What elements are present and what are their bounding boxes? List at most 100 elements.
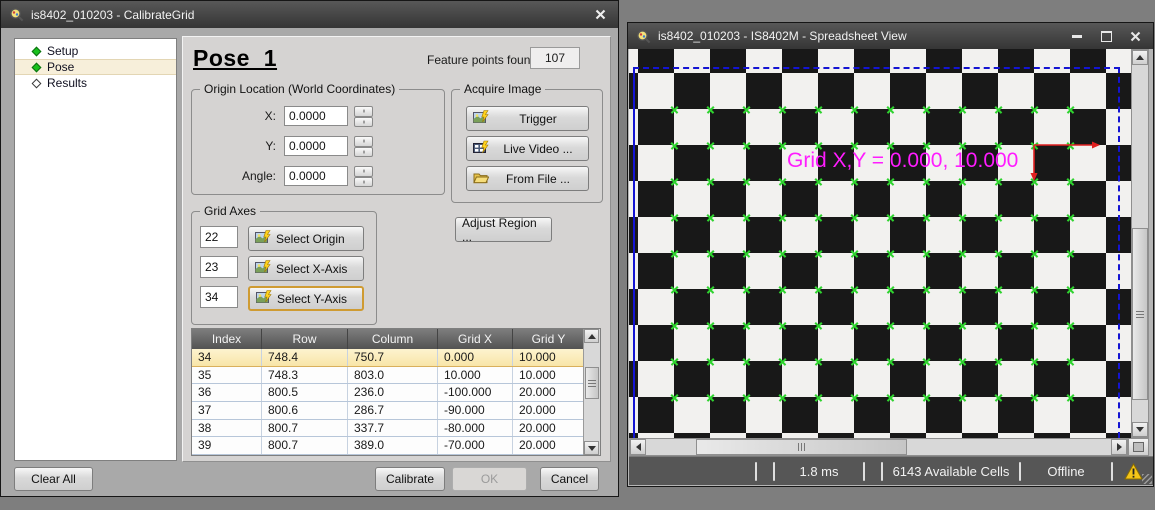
- roi-left-edge: [633, 67, 635, 438]
- status-connection: Offline: [1025, 457, 1107, 485]
- ok-button[interactable]: OK: [452, 467, 527, 491]
- column-header[interactable]: Row: [262, 329, 348, 349]
- feature-corner-mark: [886, 357, 895, 366]
- sidebar-item-pose[interactable]: Pose: [15, 59, 176, 75]
- feature-corner-mark: [850, 249, 859, 258]
- origin-y-input[interactable]: [284, 136, 348, 156]
- adjust-region-button[interactable]: Adjust Region ...: [455, 217, 552, 242]
- spinner-buttons[interactable]: [354, 136, 373, 157]
- feature-corner-mark: [778, 321, 787, 330]
- checker-square: [710, 397, 746, 433]
- table-row[interactable]: 35748.3803.010.00010.000: [192, 367, 600, 385]
- button-label: Select Origin: [276, 232, 345, 246]
- table-cell: 803.0: [348, 367, 438, 384]
- checker-square: [926, 49, 962, 73]
- feature-corner-mark: [922, 213, 931, 222]
- feature-table[interactable]: IndexRowColumnGrid XGrid Y 34748.4750.70…: [191, 328, 601, 456]
- select-y-axis-button[interactable]: Select Y-Axis: [248, 286, 364, 311]
- feature-corner-mark: [850, 357, 859, 366]
- scroll-down-button[interactable]: [584, 441, 599, 455]
- table-row[interactable]: 34748.4750.70.00010.000: [192, 349, 600, 367]
- scrollbar-thumb[interactable]: [696, 439, 907, 455]
- feature-corner-mark: [742, 105, 751, 114]
- scroll-down-button[interactable]: [1132, 422, 1148, 437]
- table-cell: 37: [192, 402, 262, 419]
- table-body[interactable]: 34748.4750.70.00010.00035748.3803.010.00…: [192, 349, 600, 455]
- axis-cell-input[interactable]: [200, 256, 238, 278]
- fit-image-corner-button[interactable]: [1128, 438, 1149, 456]
- scroll-up-button[interactable]: [584, 329, 599, 343]
- sidebar-item-label: Pose: [47, 60, 74, 74]
- image-canvas[interactable]: Grid X,Y = 0.000, 10.000: [629, 49, 1131, 438]
- feature-corner-mark: [670, 213, 679, 222]
- feature-corner-mark: [850, 177, 859, 186]
- select-origin-button[interactable]: Select Origin: [248, 226, 364, 251]
- scroll-left-button[interactable]: [630, 439, 646, 455]
- feature-corner-mark: [670, 141, 679, 150]
- table-cell: -70.000: [438, 437, 513, 454]
- roi-top-edge[interactable]: [633, 67, 1120, 69]
- live-video-button[interactable]: Live Video ...: [466, 136, 589, 161]
- column-header[interactable]: Grid Y: [513, 329, 585, 349]
- acquire-image-group: Acquire Image TriggerLive Video ...From …: [451, 89, 603, 203]
- feature-corner-mark: [886, 177, 895, 186]
- grid-axes-title: Grid Axes: [200, 204, 260, 218]
- origin-angle-input[interactable]: [284, 166, 348, 186]
- select-x-axis-button[interactable]: Select X-Axis: [248, 256, 364, 281]
- table-row[interactable]: 36800.5236.0-100.00020.000: [192, 384, 600, 402]
- sidebar-item-results[interactable]: Results: [15, 75, 176, 91]
- feature-corner-mark: [994, 249, 1003, 258]
- from-file-button[interactable]: From File ...: [466, 166, 589, 191]
- step-pending-diamond-icon: [32, 78, 42, 88]
- feature-corner-mark: [742, 213, 751, 222]
- feature-corner-mark: [706, 213, 715, 222]
- cancel-button[interactable]: Cancel: [540, 467, 599, 491]
- column-header[interactable]: Index: [192, 329, 262, 349]
- close-button[interactable]: [1125, 29, 1145, 44]
- spinner-buttons[interactable]: [354, 106, 373, 127]
- table-scrollbar[interactable]: [583, 329, 600, 455]
- scroll-right-button[interactable]: [1111, 439, 1127, 455]
- feature-corner-mark: [886, 105, 895, 114]
- from-file-icon: [473, 171, 489, 187]
- origin-x-input[interactable]: [284, 106, 348, 126]
- minimize-button[interactable]: [1067, 29, 1087, 44]
- trigger-button[interactable]: Trigger: [466, 106, 589, 131]
- scroll-up-button[interactable]: [1132, 50, 1148, 65]
- feature-points-value: 107: [530, 47, 580, 69]
- resize-grip[interactable]: [1142, 474, 1152, 484]
- status-message-segment: [633, 457, 751, 485]
- table-row[interactable]: 38800.7337.7-80.00020.000: [192, 420, 600, 438]
- sidebar-item-setup[interactable]: Setup: [15, 43, 176, 59]
- feature-corner-mark: [850, 393, 859, 402]
- table-cell: 389.0: [348, 437, 438, 454]
- scrollbar-thumb[interactable]: [1132, 228, 1148, 400]
- button-label: Select X-Axis: [276, 262, 347, 276]
- step-tree: SetupPoseResults: [14, 38, 177, 461]
- table-row[interactable]: 39800.7389.0-70.00020.000: [192, 437, 600, 455]
- axis-cell-input[interactable]: [200, 226, 238, 248]
- viewer-titlebar[interactable]: is8402_010203 - IS8402M - Spreadsheet Vi…: [628, 23, 1153, 49]
- feature-corner-mark: [814, 249, 823, 258]
- table-cell: 10.000: [513, 349, 585, 366]
- table-row[interactable]: 37800.6286.7-90.00020.000: [192, 402, 600, 420]
- trigger-icon: [473, 110, 489, 127]
- dialog-close-button[interactable]: [590, 7, 610, 22]
- roi-right-edge[interactable]: [1118, 67, 1120, 438]
- vertical-scrollbar[interactable]: [1131, 49, 1149, 438]
- feature-corner-mark: [958, 285, 967, 294]
- clear-all-button[interactable]: Clear All: [14, 467, 93, 491]
- column-header[interactable]: Grid X: [438, 329, 513, 349]
- feature-corner-mark: [958, 321, 967, 330]
- feature-corner-mark: [814, 321, 823, 330]
- calibrate-button[interactable]: Calibrate: [375, 467, 445, 491]
- horizontal-scrollbar[interactable]: [629, 438, 1128, 456]
- axis-cell-input[interactable]: [200, 286, 238, 308]
- scrollbar-thumb[interactable]: [585, 367, 599, 399]
- dialog-titlebar[interactable]: is8402_010203 - CalibrateGrid: [1, 1, 618, 28]
- spinner-buttons[interactable]: [354, 166, 373, 187]
- button-label: From File ...: [494, 172, 582, 186]
- maximize-button[interactable]: [1096, 29, 1116, 44]
- column-header[interactable]: Column: [348, 329, 438, 349]
- checker-square: [854, 397, 890, 433]
